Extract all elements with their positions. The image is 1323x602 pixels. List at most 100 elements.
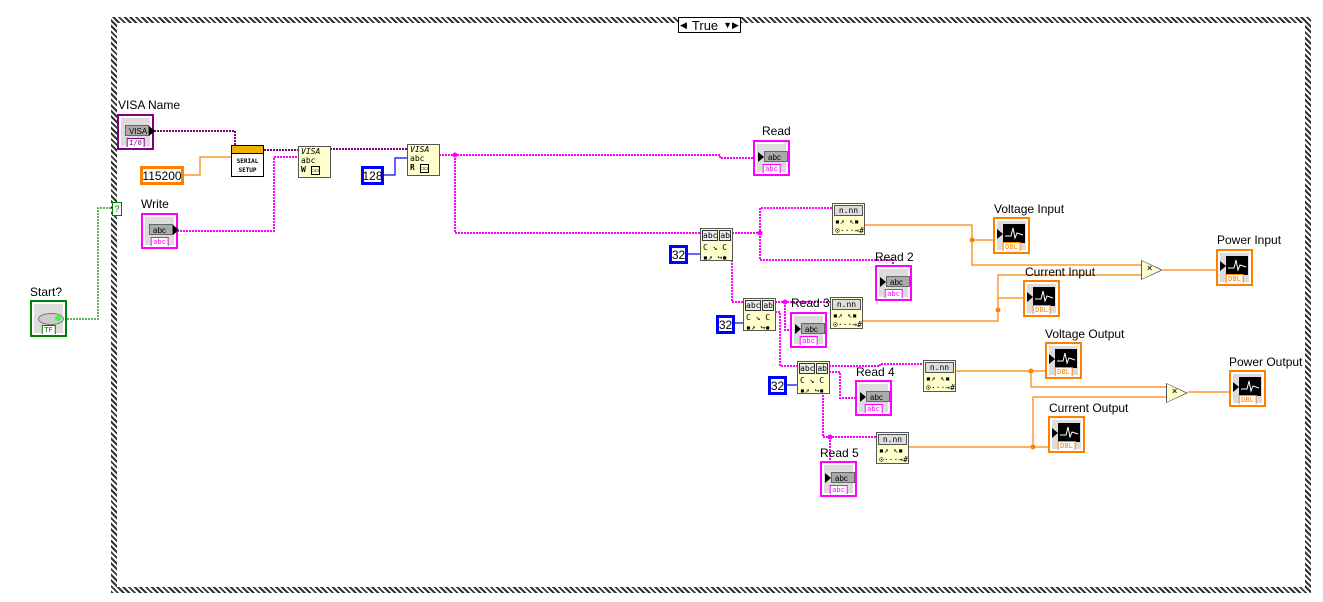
- start-control[interactable]: TF: [30, 300, 67, 337]
- case-selector-terminal[interactable]: ?: [112, 202, 122, 216]
- scan-3-count-constant[interactable]: 32: [768, 376, 787, 395]
- serial-setup-function[interactable]: SERIAL SETUP: [231, 145, 264, 177]
- scan-from-string-3[interactable]: abc ab C ↘ C ▪↗ ↪▪: [797, 361, 830, 395]
- wires: [67, 130, 1229, 461]
- frac-to-number-4[interactable]: n.nn ▪↗ ↖▪ ⊙···→#: [876, 432, 909, 464]
- write-label: Write: [141, 197, 169, 211]
- scan-format-icon: C ↘ C: [746, 313, 771, 322]
- read-4-label: Read 4: [856, 365, 895, 379]
- double-wire[interactable]: [864, 224, 993, 241]
- scan-format-icon: C ↘ C: [800, 376, 825, 385]
- visa-name-control[interactable]: VISA I/0: [117, 114, 155, 150]
- frac-glyph: n.nn: [832, 299, 861, 310]
- scan-terminals-icon: ▪↗ ↪▪: [703, 253, 728, 262]
- visa-sub: abc: [410, 154, 425, 163]
- baud-rate-constant[interactable]: 115200: [140, 166, 184, 185]
- type-tag: DBL: [1225, 274, 1244, 283]
- power-input-indicator[interactable]: DBL: [1216, 249, 1253, 286]
- scan-in-glyph: abc: [745, 300, 762, 311]
- read-4-indicator[interactable]: abc abc: [855, 380, 892, 416]
- read-2-indicator[interactable]: abc abc: [875, 265, 912, 301]
- frac-to-number-2[interactable]: n.nn ▪↗ ↖▪ ⊙···→#: [830, 297, 863, 329]
- type-tag: DBL: [1057, 441, 1076, 450]
- visa-mode: R: [410, 163, 415, 172]
- integer-wire[interactable]: [383, 157, 407, 176]
- current-input-indicator[interactable]: DBL: [1023, 280, 1060, 317]
- scan-1-count-constant[interactable]: 32: [669, 245, 688, 264]
- read-indicator[interactable]: abc abc: [753, 140, 790, 176]
- boolean-wire[interactable]: [67, 207, 112, 320]
- string-wire[interactable]: [732, 207, 832, 234]
- graph-icon: [1033, 287, 1055, 306]
- case-selector[interactable]: ◀ True ▼▶: [678, 17, 741, 33]
- type-tag: abc: [799, 336, 818, 345]
- type-tag: abc: [762, 164, 781, 173]
- voltage-output-indicator[interactable]: DBL: [1045, 342, 1082, 379]
- wire-junction: [995, 307, 1001, 313]
- graph-icon: [1055, 349, 1077, 368]
- current-output-label: Current Output: [1049, 401, 1129, 415]
- visa-wire[interactable]: [154, 130, 236, 145]
- string-wire[interactable]: [731, 245, 743, 303]
- read-indicator-glyph: abc: [764, 151, 788, 162]
- dropdown-arrow-icon[interactable]: ▼▶: [722, 20, 740, 31]
- string-wire[interactable]: [454, 155, 700, 234]
- frac-output-icon: ⊙···→#: [926, 383, 955, 392]
- voltage-output-label: Voltage Output: [1045, 327, 1125, 341]
- decrement-arrow-icon[interactable]: ◀: [679, 20, 688, 31]
- visa-write-function[interactable]: VISA abc W ▭▭: [298, 146, 331, 178]
- read-2-indicator-glyph: abc: [886, 276, 910, 287]
- visa-sub: abc: [301, 156, 316, 165]
- write-control[interactable]: abc abc: [141, 213, 179, 249]
- frac-glyph: n.nn: [878, 434, 907, 445]
- string-wire[interactable]: [759, 233, 894, 265]
- scan-2-count-constant[interactable]: 32: [716, 315, 735, 334]
- block-diagram: ◀ True ▼▶ ? Start? TF VISA Name VISA I/0 …: [0, 0, 1323, 602]
- wire-junction: [827, 434, 833, 440]
- read-5-indicator[interactable]: abc abc: [820, 461, 857, 497]
- byte-count-constant[interactable]: 128: [361, 166, 384, 185]
- wire-junction: [1028, 368, 1034, 374]
- visa-read-function[interactable]: VISA abc R ▭▭: [407, 144, 440, 176]
- visa-mode: W: [301, 165, 306, 174]
- multiply-icon: ×: [1172, 386, 1178, 396]
- power-output-indicator[interactable]: DBL: [1229, 370, 1266, 407]
- type-tag: abc: [150, 237, 169, 246]
- read-3-indicator[interactable]: abc abc: [790, 312, 827, 348]
- graph-icon: [1239, 377, 1261, 396]
- double-wire[interactable]: [183, 156, 231, 176]
- current-input-label: Current Input: [1025, 265, 1096, 279]
- string-wire[interactable]: [439, 154, 753, 159]
- voltage-input-label: Voltage Input: [994, 202, 1065, 216]
- scan-from-string-2[interactable]: abc ab C ↘ C ▪↗ ↪▪: [743, 298, 776, 332]
- graph-icon: [1058, 423, 1080, 442]
- frac-glyph: n.nn: [834, 205, 863, 216]
- wire-junction: [1030, 444, 1036, 450]
- read-2-label: Read 2: [875, 250, 914, 264]
- multiply-output[interactable]: ×: [1166, 383, 1188, 403]
- scan-terminals-icon: ▪↗ ↪▪: [800, 386, 825, 395]
- frac-to-number-3[interactable]: n.nn ▪↗ ↖▪ ⊙···→#: [923, 360, 956, 392]
- voltage-input-indicator[interactable]: DBL: [993, 217, 1030, 254]
- wire-junction: [452, 152, 458, 158]
- visa-name-control-glyph: VISA: [125, 125, 149, 136]
- read-label: Read: [762, 124, 791, 138]
- graph-icon: [1226, 256, 1248, 275]
- string-wire[interactable]: [829, 371, 855, 399]
- current-output-indicator[interactable]: DBL: [1048, 416, 1085, 453]
- output-arrow-icon: [149, 126, 155, 136]
- scan-in-glyph: abc: [702, 230, 719, 241]
- frac-output-icon: ⊙···→#: [833, 320, 862, 329]
- power-output-label: Power Output: [1229, 355, 1303, 369]
- scan-in-glyph: abc: [799, 363, 816, 374]
- frac-to-number-1[interactable]: n.nn ▪↗ ↖▪ ⊙···→#: [832, 203, 865, 235]
- read-3-label: Read 3: [791, 296, 830, 310]
- multiply-input[interactable]: ×: [1141, 260, 1163, 280]
- visa-title: VISA: [301, 147, 321, 156]
- frac-terminals-icon: ▪↗ ↖▪: [835, 217, 860, 226]
- scan-from-string-1[interactable]: abc ab C ↘ C ▪↗ ↪▪: [700, 228, 733, 262]
- serial-setup-line1: SERIAL: [236, 158, 259, 165]
- io-icon: ▭▭: [310, 166, 320, 175]
- type-tag: DBL: [1054, 367, 1073, 376]
- type-tag: I/0: [126, 138, 145, 147]
